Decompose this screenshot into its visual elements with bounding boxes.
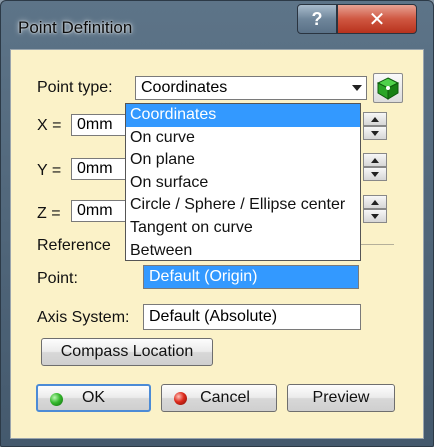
z-spin-down[interactable] (363, 209, 387, 223)
green-point-cube-icon (376, 77, 400, 100)
dialog-title: Point Definition (18, 18, 133, 37)
dropdown-item-coordinates[interactable]: Coordinates (126, 104, 360, 127)
point-reference-field[interactable]: Default (Origin) (143, 265, 359, 289)
dropdown-item-on-curve[interactable]: On curve (126, 127, 360, 150)
arrow-down-icon (371, 131, 379, 136)
dropdown-item-on-surface[interactable]: On surface (126, 172, 360, 195)
ok-button[interactable]: OK (36, 384, 151, 412)
x-spinner[interactable] (363, 112, 387, 140)
z-label: Z = (37, 205, 61, 222)
y-label: Y = (37, 162, 62, 179)
point-definition-dialog: Point Definition ? ✕ Point type: Coordin… (0, 0, 434, 447)
arrow-down-icon (371, 172, 379, 177)
z-spin-up[interactable] (363, 195, 387, 209)
reference-group-label: Reference (37, 237, 111, 254)
preview-button[interactable]: Preview (287, 384, 395, 412)
arrow-up-icon (371, 200, 379, 205)
point-type-value: Coordinates (141, 79, 228, 96)
axis-system-field[interactable]: Default (Absolute) (143, 304, 361, 330)
point-type-combo[interactable]: Coordinates (135, 76, 367, 100)
y-spin-down[interactable] (363, 167, 387, 181)
dropdown-item-tangent-on-curve[interactable]: Tangent on curve (126, 217, 360, 240)
compass-location-button[interactable]: Compass Location (41, 338, 213, 366)
help-icon: ? (311, 8, 323, 29)
x-spin-down[interactable] (363, 126, 387, 140)
ok-label: OK (81, 389, 106, 406)
y-spinner[interactable] (363, 153, 387, 181)
title-bar[interactable]: Point Definition ? ✕ (1, 1, 433, 49)
x-spin-up[interactable] (363, 112, 387, 126)
close-icon: ✕ (368, 8, 386, 31)
help-button[interactable]: ? (297, 4, 337, 34)
point-label: Point: (37, 270, 78, 287)
cancel-button[interactable]: Cancel (161, 384, 277, 412)
point-pick-button[interactable] (373, 73, 403, 103)
point-type-label: Point type: (37, 79, 113, 96)
cancel-label: Cancel (200, 389, 250, 406)
axis-system-label: Axis System: (37, 309, 130, 326)
point-type-dropdown-list[interactable]: Coordinates On curve On plane On surface… (125, 103, 361, 261)
arrow-up-icon (371, 117, 379, 122)
x-label: X = (37, 117, 62, 134)
ok-green-dot-icon (50, 393, 63, 406)
dropdown-item-circle-center[interactable]: Circle / Sphere / Ellipse center (126, 194, 360, 217)
arrow-up-icon (371, 158, 379, 163)
close-button[interactable]: ✕ (337, 4, 417, 34)
cancel-red-dot-icon (174, 392, 187, 405)
chevron-down-icon[interactable] (352, 85, 362, 91)
z-spinner[interactable] (363, 195, 387, 223)
arrow-down-icon (371, 214, 379, 219)
y-spin-up[interactable] (363, 153, 387, 167)
dropdown-item-on-plane[interactable]: On plane (126, 149, 360, 172)
dropdown-item-between[interactable]: Between (126, 240, 360, 260)
